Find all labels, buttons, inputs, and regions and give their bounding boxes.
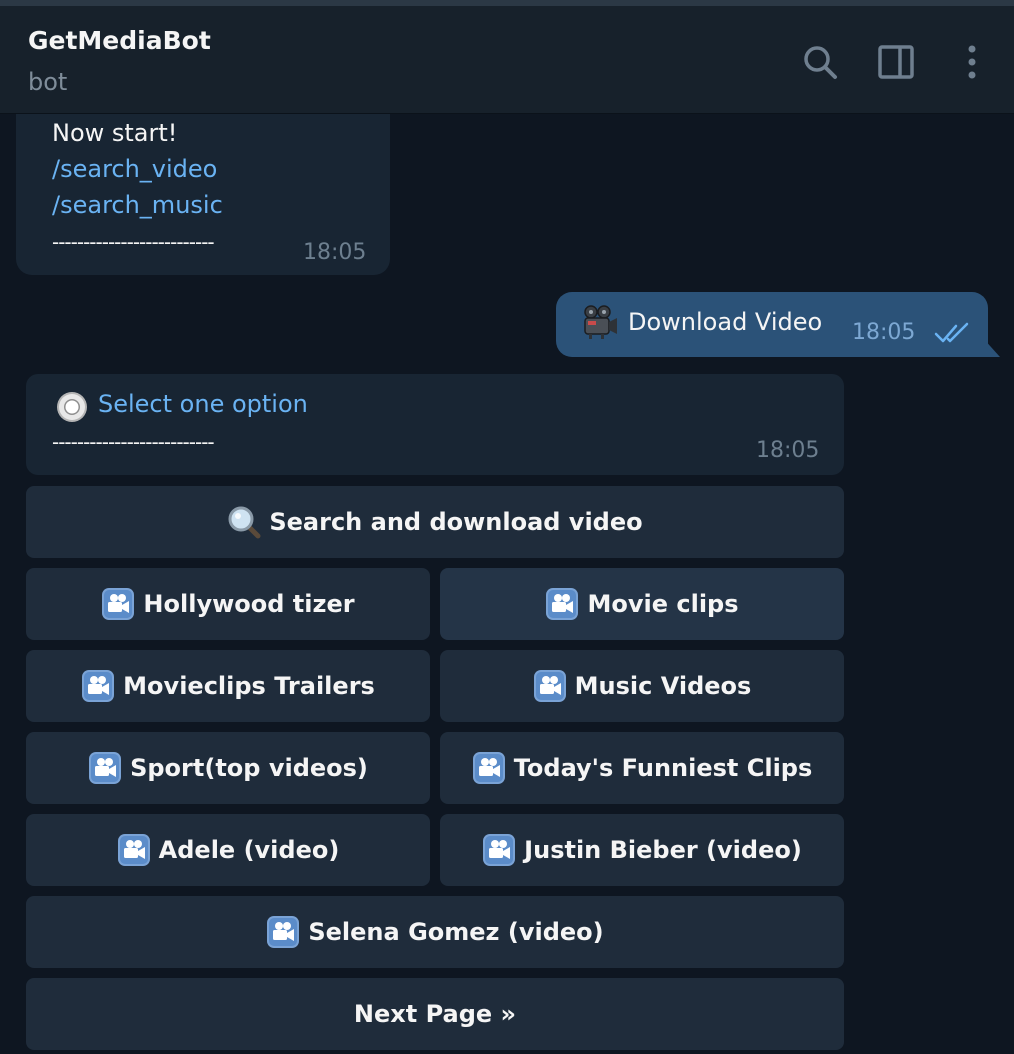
message-divider: -------------------------- bbox=[52, 230, 215, 254]
message-time: 18:05 bbox=[756, 438, 820, 463]
chat-area: Now start! /search_video /search_music -… bbox=[0, 114, 1014, 1054]
movie-camera-icon bbox=[582, 304, 618, 340]
incoming-message-intro: Now start! /search_video /search_music -… bbox=[16, 114, 390, 275]
radio-button-icon bbox=[56, 391, 88, 423]
outgoing-message: Download Video 18:05 bbox=[556, 292, 988, 357]
video-camera-icon bbox=[533, 669, 567, 703]
sidebar-toggle-icon[interactable] bbox=[876, 42, 916, 82]
adele-video-button[interactable]: Adele (video) bbox=[26, 814, 430, 886]
hollywood-tizer-button[interactable]: Hollywood tizer bbox=[26, 568, 430, 640]
magnifier-icon bbox=[227, 505, 261, 539]
button-label: Today's Funniest Clips bbox=[513, 754, 813, 782]
message-text: Now start! bbox=[52, 119, 178, 147]
video-camera-icon bbox=[482, 833, 516, 867]
select-option-link[interactable]: Select one option bbox=[98, 390, 308, 418]
button-label: Movie clips bbox=[587, 590, 739, 618]
search-icon[interactable] bbox=[800, 42, 840, 82]
chat-title[interactable]: GetMediaBot bbox=[28, 26, 211, 55]
video-camera-icon bbox=[117, 833, 151, 867]
message-divider: -------------------------- bbox=[52, 430, 215, 454]
read-checkmarks-icon bbox=[934, 322, 974, 344]
selena-gomez-video-button[interactable]: Selena Gomez (video) bbox=[26, 896, 844, 968]
button-label: Justin Bieber (video) bbox=[524, 836, 802, 864]
button-label: Next Page » bbox=[353, 1000, 517, 1028]
search-download-video-button[interactable]: Search and download video bbox=[26, 486, 844, 558]
button-label: Music Videos bbox=[574, 672, 752, 700]
button-label: Movieclips Trailers bbox=[123, 672, 375, 700]
button-label: Adele (video) bbox=[158, 836, 340, 864]
movieclips-trailers-button[interactable]: Movieclips Trailers bbox=[26, 650, 430, 722]
video-camera-icon bbox=[101, 587, 135, 621]
button-label: Search and download video bbox=[269, 508, 643, 536]
message-time: 18:05 bbox=[303, 240, 367, 265]
search-video-command-link[interactable]: /search_video bbox=[52, 155, 217, 183]
button-label: Hollywood tizer bbox=[143, 590, 355, 618]
button-label: Sport(top videos) bbox=[130, 754, 368, 782]
justin-bieber-video-button[interactable]: Justin Bieber (video) bbox=[440, 814, 844, 886]
chat-subtitle: bot bbox=[28, 68, 68, 96]
sport-top-videos-button[interactable]: Sport(top videos) bbox=[26, 732, 430, 804]
button-label: Selena Gomez (video) bbox=[308, 918, 604, 946]
chat-header: GetMediaBot bot bbox=[0, 6, 1014, 114]
video-camera-icon bbox=[545, 587, 579, 621]
incoming-message-select: Select one option ----------------------… bbox=[26, 374, 844, 475]
message-time: 18:05 bbox=[852, 320, 916, 345]
message-text: Download Video bbox=[628, 308, 823, 336]
more-options-icon[interactable] bbox=[952, 42, 992, 82]
video-camera-icon bbox=[81, 669, 115, 703]
video-camera-icon bbox=[472, 751, 506, 785]
search-music-command-link[interactable]: /search_music bbox=[52, 191, 223, 219]
todays-funniest-clips-button[interactable]: Today's Funniest Clips bbox=[440, 732, 844, 804]
music-videos-button[interactable]: Music Videos bbox=[440, 650, 844, 722]
movie-clips-button[interactable]: Movie clips bbox=[440, 568, 844, 640]
video-camera-icon bbox=[88, 751, 122, 785]
video-camera-icon bbox=[266, 915, 300, 949]
next-page-button[interactable]: Next Page » bbox=[26, 978, 844, 1050]
